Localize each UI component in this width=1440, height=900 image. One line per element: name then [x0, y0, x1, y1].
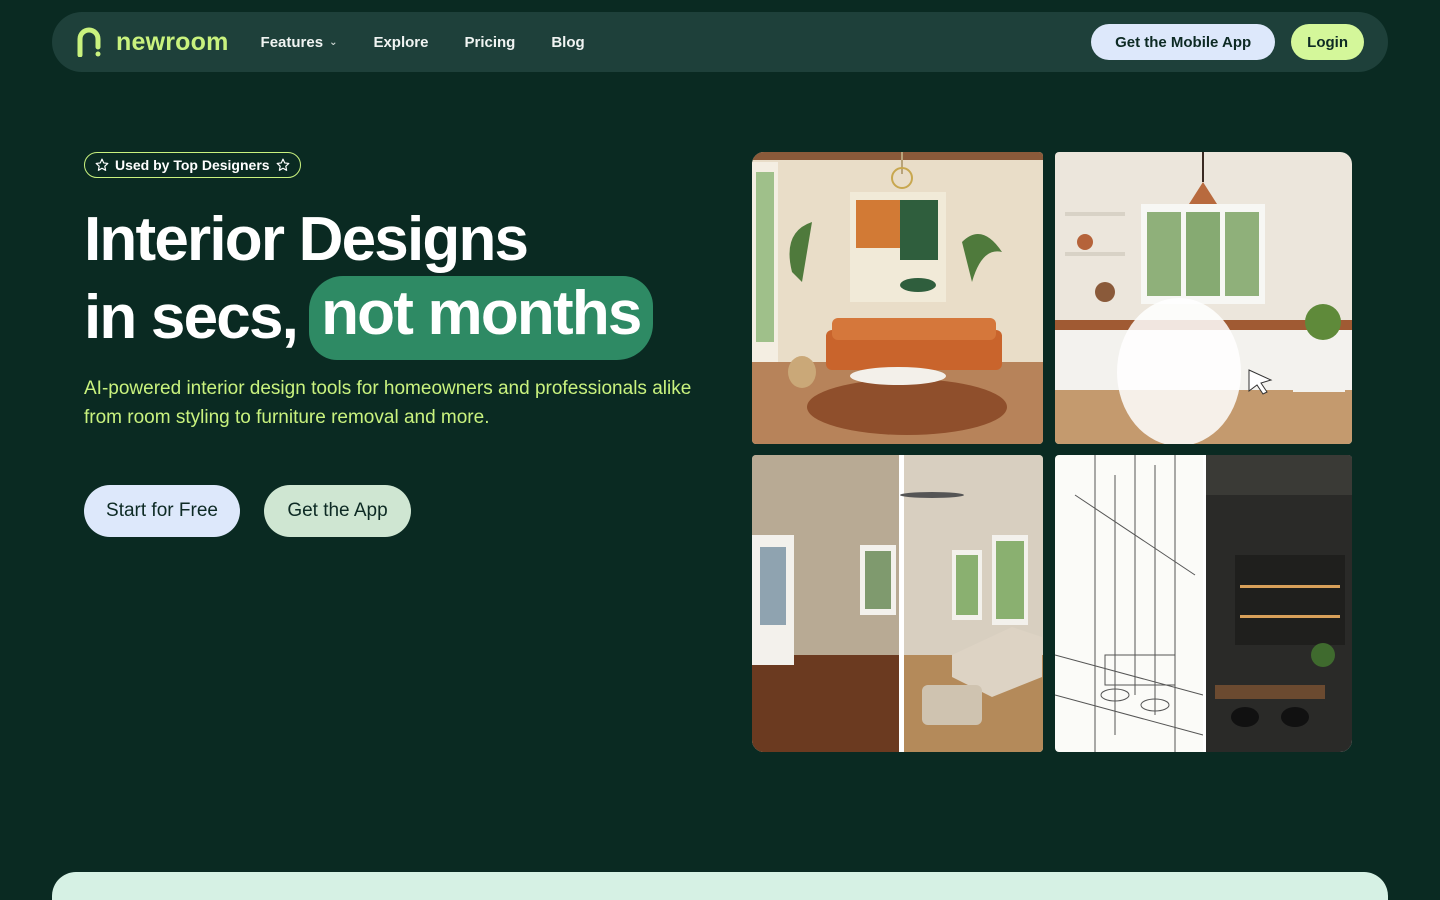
badge-label: Used by Top Designers — [115, 157, 270, 173]
hero-subtext: AI-powered interior design tools for hom… — [84, 378, 692, 428]
star-outline-icon — [276, 158, 289, 171]
headline-line-1: Interior Designs — [84, 205, 529, 274]
nav-actions: Get the Mobile App Login — [1091, 24, 1364, 60]
top-navbar: newroom Features ⌄ Explore Pricing Blog … — [52, 12, 1388, 72]
get-the-app-button[interactable]: Get the App — [264, 485, 411, 537]
nav-link-explore[interactable]: Explore — [373, 34, 428, 51]
nav-link-label: Blog — [551, 33, 585, 51]
nav-link-label: Pricing — [464, 33, 516, 51]
headline-highlight: not months — [309, 276, 653, 360]
nav-link-blog[interactable]: Blog — [551, 34, 584, 51]
brand-logo[interactable]: newroom — [76, 27, 229, 57]
designers-badge: Used by Top Designers — [84, 152, 301, 178]
nav-link-label: Explore — [373, 33, 429, 51]
nav-link-features[interactable]: Features ⌄ — [261, 34, 338, 51]
living-room-image — [752, 152, 1043, 444]
hero-headline: Interior Designs in secs, not months — [84, 204, 653, 360]
nav-link-pricing[interactable]: Pricing — [464, 34, 515, 51]
nav-link-label: Features — [260, 33, 324, 51]
kitchen-image — [1055, 152, 1352, 444]
get-mobile-app-button[interactable]: Get the Mobile App — [1091, 24, 1276, 60]
star-outline-icon — [95, 158, 109, 171]
headline-line-2: in secs, not months — [84, 276, 653, 360]
login-button[interactable]: Login — [1291, 24, 1364, 60]
sketch-to-render-image — [1055, 455, 1352, 752]
newroom-logo-icon — [77, 27, 101, 57]
start-for-free-button[interactable]: Start for Free — [84, 485, 240, 537]
chevron-down-icon: ⌄ — [329, 36, 338, 48]
brand-name: newroom — [116, 27, 229, 56]
headline-plain-text: in secs, — [84, 283, 299, 352]
empty-vs-furnished-room-image — [752, 455, 1043, 752]
nav-links: Features ⌄ Explore Pricing Blog — [261, 34, 585, 51]
hero-image-gallery — [752, 152, 1352, 752]
next-section-panel — [52, 872, 1388, 900]
